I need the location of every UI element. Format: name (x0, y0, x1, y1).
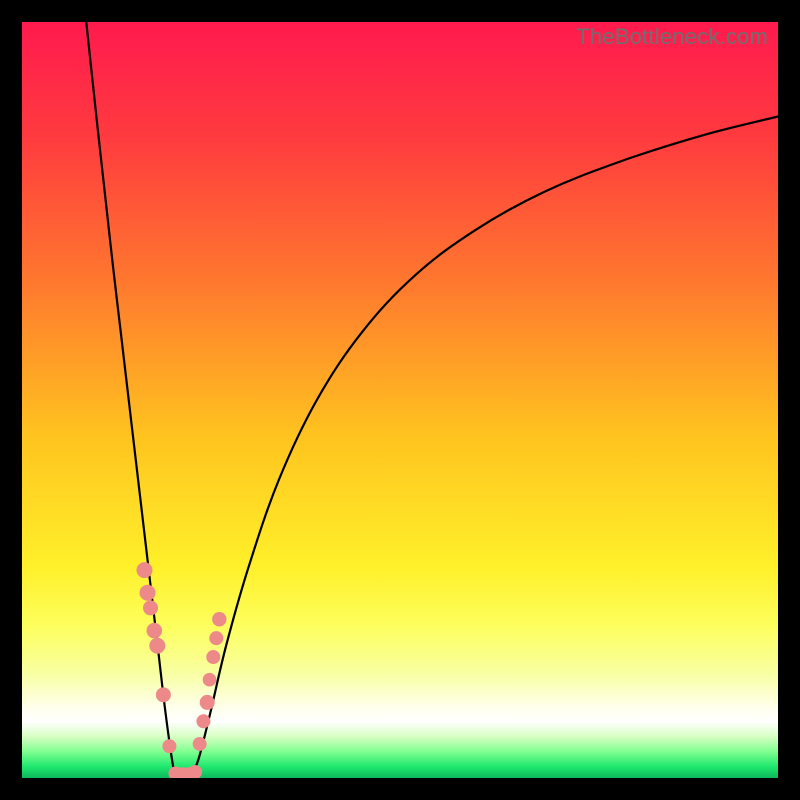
marker-dot (200, 695, 215, 710)
chart-frame: TheBottleneck.com (0, 0, 800, 800)
marker-dot (136, 562, 152, 578)
marker-dot (212, 612, 226, 626)
marker-dot (188, 765, 202, 778)
marker-dot (162, 739, 176, 753)
curve-layer (22, 22, 778, 778)
marker-dot (209, 631, 223, 645)
marker-dot (196, 714, 210, 728)
marker-group (136, 562, 226, 778)
marker-dot (149, 638, 165, 654)
marker-dot (203, 673, 217, 687)
curve-right-branch (192, 117, 778, 776)
marker-dot (193, 737, 207, 751)
plot-area: TheBottleneck.com (22, 22, 778, 778)
marker-dot (140, 585, 156, 601)
curve-left-branch (86, 22, 177, 776)
marker-dot (156, 687, 171, 702)
marker-dot (147, 623, 163, 639)
marker-dot (206, 650, 220, 664)
marker-dot (143, 600, 158, 615)
